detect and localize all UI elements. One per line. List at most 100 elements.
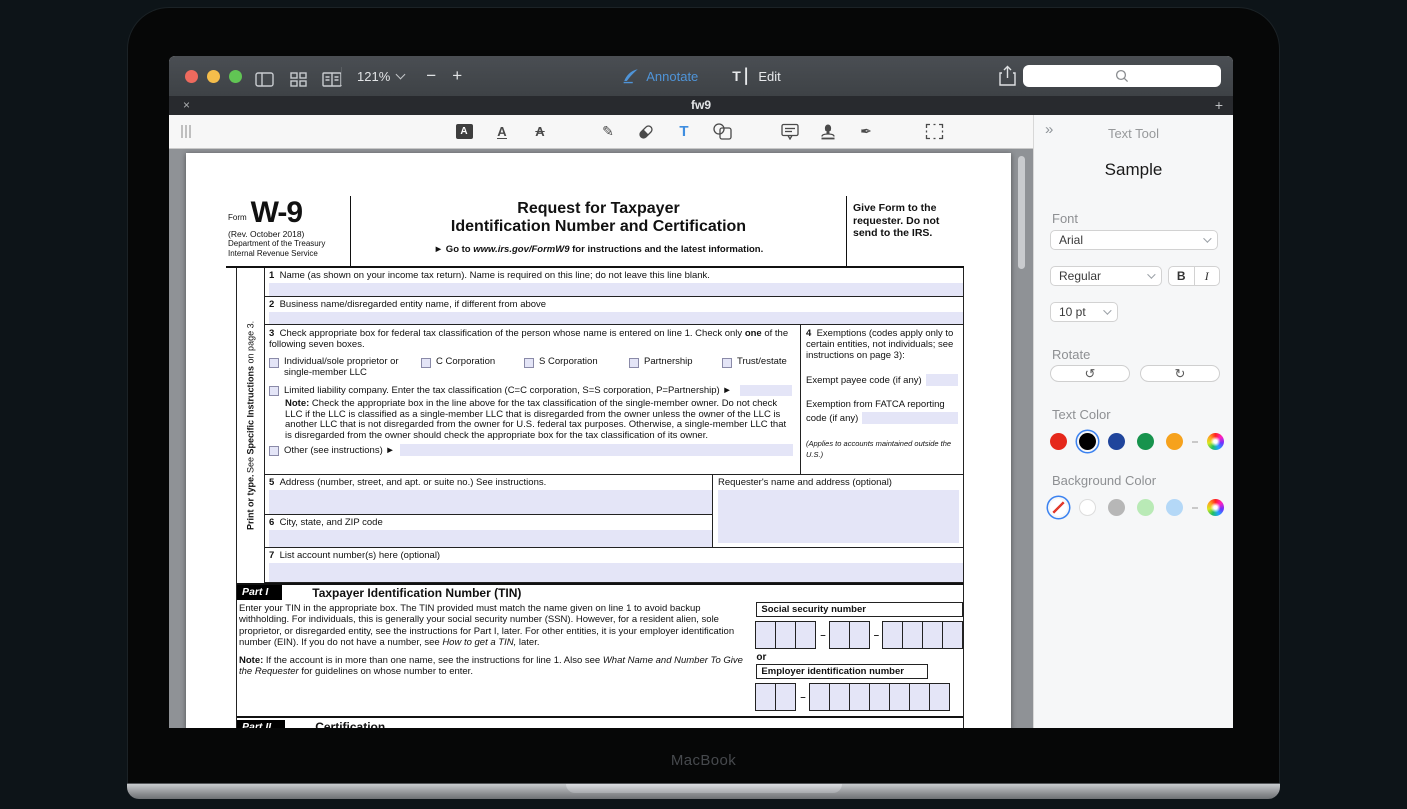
text-color-orange-swatch[interactable] [1166, 433, 1183, 450]
zoom-in-button[interactable]: + [452, 66, 462, 86]
underline-icon: A [497, 125, 506, 139]
chevron-down-icon [1103, 306, 1111, 314]
bg-color-wheel-swatch[interactable] [1207, 499, 1224, 516]
highlight-text-tool-button[interactable]: A [453, 121, 475, 143]
exempt-payee-code-field[interactable] [926, 374, 958, 386]
font-size-select[interactable]: 10 pt [1050, 302, 1118, 322]
part2-chip: Part II [237, 720, 285, 729]
zoom-chevron-icon[interactable] [396, 70, 406, 80]
shapes-icon [712, 123, 732, 140]
other-input-field[interactable] [400, 444, 793, 456]
search-field[interactable] [1023, 65, 1221, 87]
strikethrough-tool-button[interactable]: A [529, 121, 551, 143]
form-line5: 5 Address (number, street, and apt. or s… [265, 475, 712, 515]
toolbar-grip-handle[interactable] [181, 125, 191, 138]
llc-note: Note: Check the appropriate box in the l… [285, 399, 795, 441]
form-title-line1: Request for Taxpayer [351, 200, 846, 218]
new-tab-button[interactable]: + [1215, 97, 1223, 113]
annotation-toolbar: A A A ✎ T [169, 115, 1033, 149]
search-input[interactable] [1023, 65, 1221, 87]
checkbox-icon[interactable] [524, 358, 534, 368]
laptop-base [127, 783, 1280, 799]
part1-body: Enter your TIN in the appropriate box. T… [237, 600, 963, 716]
bold-button[interactable]: B [1169, 267, 1194, 285]
two-page-view-icon[interactable] [321, 68, 343, 90]
checkbox-trust-estate[interactable]: Trust/estate [722, 357, 795, 378]
form-line6: 6 City, state, and ZIP code [265, 515, 712, 547]
business-name-input-field[interactable] [269, 312, 963, 324]
font-family-select[interactable]: Arial [1050, 230, 1218, 250]
account-numbers-field[interactable] [269, 563, 963, 582]
form-line2: 2 Business name/disregarded entity name,… [265, 297, 963, 325]
pdf-page[interactable]: Form W-9 (Rev. October 2018) Department … [186, 153, 1011, 728]
city-state-zip-field[interactable] [269, 530, 712, 547]
address-input-field[interactable] [269, 490, 712, 514]
checkbox-other[interactable]: Other (see instructions) ► [269, 444, 795, 456]
bg-color-gray-swatch[interactable] [1108, 499, 1125, 516]
bg-color-white-swatch[interactable] [1079, 499, 1096, 516]
thumbnails-view-icon[interactable] [287, 68, 309, 90]
checkbox-s-corporation[interactable]: S Corporation [524, 357, 629, 378]
ssn-cells[interactable]: – – [756, 621, 963, 649]
text-color-blue-swatch[interactable] [1108, 433, 1125, 450]
close-window-button[interactable] [185, 70, 198, 83]
zoom-window-button[interactable] [229, 70, 242, 83]
chevron-down-icon [1203, 234, 1211, 242]
shapes-tool-button[interactable] [711, 121, 733, 143]
bg-color-blue-swatch[interactable] [1166, 499, 1183, 516]
edit-label: Edit [758, 69, 780, 84]
requester-input-field[interactable] [718, 490, 959, 543]
eraser-tool-button[interactable] [635, 121, 657, 143]
bg-color-green-swatch[interactable] [1137, 499, 1154, 516]
checkbox-icon[interactable] [269, 446, 279, 456]
llc-classification-field[interactable] [740, 385, 792, 396]
text-color-green-swatch[interactable] [1137, 433, 1154, 450]
text-tool-button[interactable]: T [673, 121, 695, 143]
annotate-mode-button[interactable]: Annotate [621, 68, 698, 84]
ein-cells[interactable]: – [756, 683, 963, 711]
scene: 121% − + Annotate T⎪ Edit [0, 0, 1407, 809]
comment-icon [781, 123, 799, 140]
font-style-select[interactable]: Regular [1050, 266, 1162, 286]
signature-tool-button[interactable]: ✒ [855, 121, 877, 143]
text-color-red-swatch[interactable] [1050, 433, 1067, 450]
share-button[interactable] [999, 65, 1016, 91]
selection-tool-button[interactable] [923, 121, 945, 143]
sidebar-toggle-icon[interactable] [253, 68, 275, 90]
minimize-window-button[interactable] [207, 70, 220, 83]
pencil-tool-button[interactable]: ✎ [597, 121, 619, 143]
checkbox-icon[interactable] [269, 386, 279, 396]
stamp-icon [820, 123, 836, 140]
text-color-wheel-swatch[interactable] [1207, 433, 1224, 450]
scrollbar-thumb[interactable] [1018, 156, 1025, 269]
text-color-black-swatch[interactable] [1079, 433, 1096, 450]
checkbox-icon[interactable] [722, 358, 732, 368]
checkbox-llc[interactable]: Limited liability company. Enter the tax… [269, 385, 795, 396]
comment-tool-button[interactable] [779, 121, 801, 143]
laptop-base-notch [566, 784, 842, 793]
checkbox-partnership[interactable]: Partnership [629, 357, 722, 378]
fatca-code-field[interactable] [862, 412, 958, 424]
strikethrough-icon: A [535, 124, 544, 139]
name-input-field[interactable] [269, 283, 963, 296]
rotate-ccw-button[interactable]: ↺ [1050, 365, 1130, 382]
checkbox-icon[interactable] [269, 358, 279, 368]
edit-mode-button[interactable]: T⎪ Edit [732, 68, 780, 85]
zoom-level[interactable]: 121% [357, 69, 390, 84]
form-title-line2: Identification Number and Certification [351, 218, 846, 236]
tin-column: Social security number – – or Employer i… [746, 603, 963, 711]
checkbox-c-corporation[interactable]: C Corporation [421, 357, 524, 378]
checkbox-individual[interactable]: Individual/sole proprietor or single-mem… [269, 357, 421, 378]
stamp-tool-button[interactable] [817, 121, 839, 143]
part1-header: Part I Taxpayer Identification Number (T… [237, 583, 963, 600]
tab-title[interactable]: fw9 [169, 98, 1233, 112]
underline-tool-button[interactable]: A [491, 121, 513, 143]
or-word: or [756, 652, 963, 663]
italic-button[interactable]: I [1194, 267, 1220, 285]
toolbar-divider [341, 67, 342, 85]
rotate-cw-button[interactable]: ↻ [1140, 365, 1220, 382]
checkbox-icon[interactable] [629, 358, 639, 368]
checkbox-icon[interactable] [421, 358, 431, 368]
zoom-out-button[interactable]: − [426, 66, 436, 86]
bg-color-none-swatch[interactable] [1050, 499, 1067, 516]
